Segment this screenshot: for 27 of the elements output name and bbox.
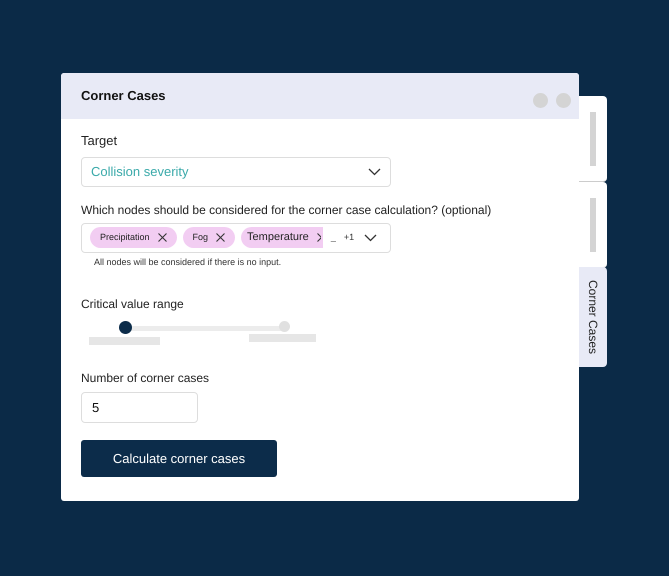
slider-thumb[interactable]	[119, 321, 132, 334]
hint-text: All nodes will be considered if there is no input.	[94, 256, 282, 269]
placeholder-bar	[590, 198, 596, 252]
placeholder-bar	[89, 337, 160, 345]
more-count: +1	[344, 230, 354, 244]
chevron-down-icon	[364, 234, 378, 242]
close-icon[interactable]	[158, 233, 167, 242]
close-icon[interactable]	[216, 233, 226, 242]
slider-thumb[interactable]	[279, 321, 290, 332]
field-label: Target	[81, 132, 118, 150]
nodes-select[interactable]: Precipitation Fog Temperature _ +1	[81, 222, 391, 252]
node-chip[interactable]: Precipitation	[90, 227, 177, 248]
window-title: Corner Cases	[81, 87, 166, 106]
placeholder-bar	[590, 112, 596, 166]
range-slider[interactable]	[118, 321, 291, 335]
node-chip[interactable]: Fog	[182, 227, 236, 248]
field-label: Number of corner cases	[81, 370, 210, 387]
side-tab[interactable]: Corner Cases	[579, 267, 607, 367]
calculate-button[interactable]: Calculate corner cases	[81, 440, 277, 477]
text-cursor: _	[330, 230, 336, 244]
field-label: Which nodes should be considered for the corner case calculation? (optional)	[81, 202, 492, 218]
node-chip[interactable]: Temperature	[241, 227, 323, 248]
close-icon[interactable]	[316, 233, 321, 242]
chevron-down-icon	[368, 168, 381, 176]
number-field[interactable]: 5	[81, 392, 198, 423]
field-label: Critical value range	[81, 296, 185, 313]
placeholder-bar	[249, 334, 316, 342]
